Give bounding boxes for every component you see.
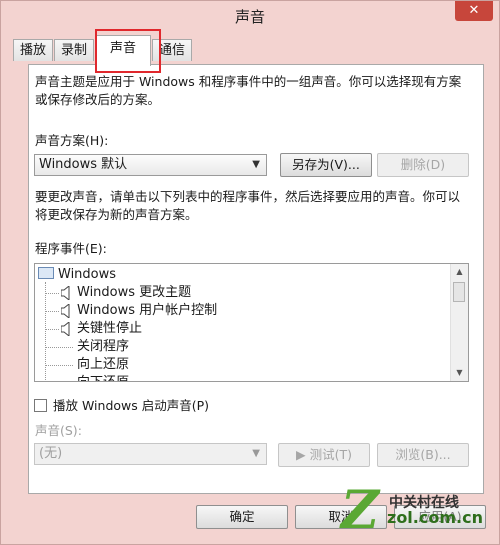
tab-playback[interactable]: 播放 <box>13 39 53 61</box>
intro-line-2: 或保存修改后的方案。 <box>35 92 161 107</box>
browse-button[interactable]: 浏览(B)... <box>377 443 469 467</box>
list-item[interactable]: 关闭程序 <box>77 338 129 356</box>
chevron-down-icon: ▼ <box>252 159 260 170</box>
tree-line <box>45 282 46 381</box>
list-item[interactable]: Windows 更改主题 <box>77 284 191 302</box>
tree-line <box>45 293 59 294</box>
ok-button[interactable]: 确定 <box>196 505 288 529</box>
sound-select-value: (无) <box>39 446 63 461</box>
watermark-url: zol.com.cn <box>387 508 483 527</box>
instructions-line-2: 将更改保存为新的声音方案。 <box>35 207 198 222</box>
events-scrollbar[interactable]: ▲ ▼ <box>450 264 468 381</box>
chevron-down-icon: ▼ <box>252 448 260 459</box>
zol-logo-icon: Z <box>341 480 379 541</box>
list-item[interactable]: Windows 用户帐户控制 <box>77 302 217 320</box>
tree-line <box>45 311 59 312</box>
speaker-icon <box>61 304 70 318</box>
list-item[interactable]: 关键性停止 <box>77 320 142 338</box>
scheme-label: 声音方案(H): <box>35 133 109 148</box>
sound-dialog: 声音 ✕ 播放 录制 声音 通信 声音主题是应用于 Windows 和程序事件中… <box>0 0 500 545</box>
sound-select[interactable]: (无) ▼ <box>34 443 267 465</box>
windows-folder-icon <box>38 267 54 279</box>
startup-sound-checkbox[interactable] <box>34 399 47 412</box>
scroll-up-icon[interactable]: ▲ <box>451 264 468 280</box>
test-button[interactable]: ▶ 测试(T) <box>278 443 370 467</box>
scheme-select[interactable]: Windows 默认 ▼ <box>34 154 267 176</box>
sound-label: 声音(S): <box>35 423 82 438</box>
scroll-down-icon[interactable]: ▼ <box>451 365 468 381</box>
tab-recording[interactable]: 录制 <box>54 39 94 61</box>
tree-line <box>45 365 73 366</box>
scroll-thumb[interactable] <box>453 282 465 302</box>
list-item[interactable]: 向上还原 <box>77 356 129 374</box>
scheme-select-value: Windows 默认 <box>39 157 128 172</box>
speaker-icon <box>61 322 70 336</box>
instructions-line-1: 要更改声音，请单击以下列表中的程序事件，然后选择要应用的声音。你可以 <box>35 189 461 204</box>
program-events-list[interactable]: Windows Windows 更改主题 Windows 用户帐户控制 关键性停… <box>34 263 469 382</box>
window-title: 声音 <box>234 8 265 26</box>
events-label: 程序事件(E): <box>35 241 107 256</box>
list-item[interactable]: Windows <box>38 266 116 284</box>
close-button[interactable]: ✕ <box>455 1 493 21</box>
tree-line <box>45 347 73 348</box>
tree-line <box>45 329 59 330</box>
intro-line-1: 声音主题是应用于 Windows 和程序事件中的一组声音。你可以选择现有方案 <box>35 74 462 89</box>
close-icon: ✕ <box>468 3 480 18</box>
group-label: Windows <box>58 267 117 282</box>
zol-watermark: Z 中关村在线 zol.com.cn <box>341 480 500 542</box>
list-item[interactable]: 向下还原 <box>77 374 129 381</box>
title-bar: 声音 ✕ <box>1 1 499 31</box>
save-as-button[interactable]: 另存为(V)... <box>280 153 372 177</box>
speaker-icon <box>61 286 70 300</box>
red-highlight-box <box>95 29 161 73</box>
startup-sound-label: 播放 Windows 启动声音(P) <box>53 398 210 413</box>
delete-button[interactable]: 删除(D) <box>377 153 469 177</box>
